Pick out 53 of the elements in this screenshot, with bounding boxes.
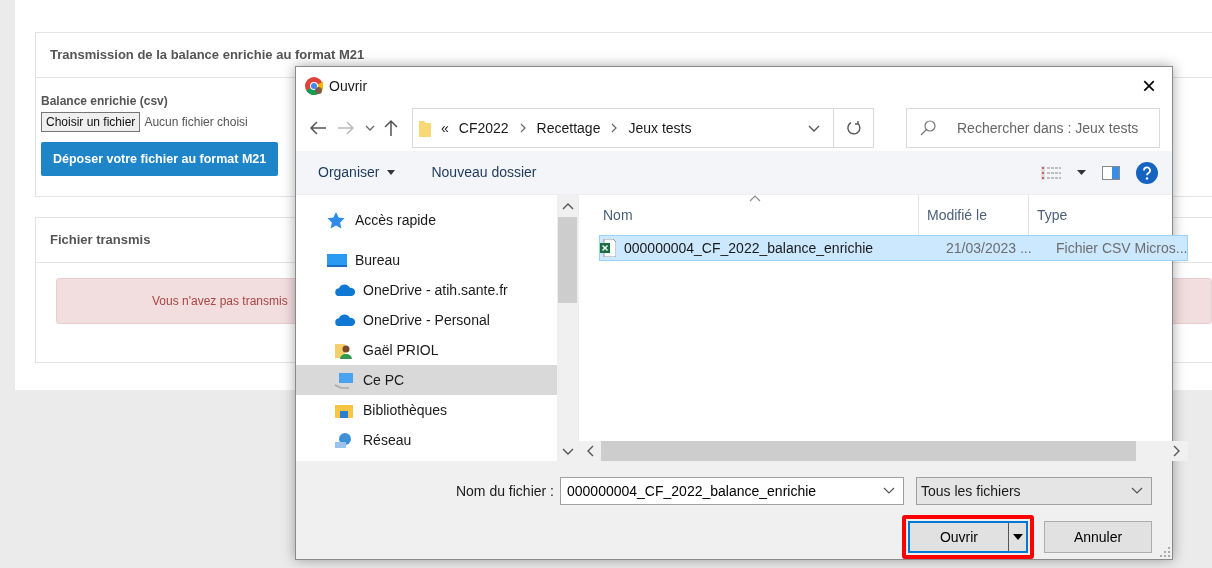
address-bar[interactable]: « CF2022 Recettage Jeux tests xyxy=(412,108,874,148)
resize-grip-icon xyxy=(1160,547,1170,557)
chevron-down-icon xyxy=(883,487,895,495)
alert-text: Vous n'avez pas transmis xyxy=(152,292,288,310)
refresh-icon[interactable] xyxy=(845,120,862,136)
filename-field[interactable]: 000000004_CF_2022_balance_enrichie xyxy=(560,477,904,505)
toolbar-button[interactable]: Organiser xyxy=(318,162,396,183)
chevron-down-icon xyxy=(1131,487,1143,495)
cancel-button[interactable]: Annuler xyxy=(1044,521,1152,553)
scrollbar[interactable] xyxy=(557,195,578,461)
folder-icon xyxy=(419,119,431,137)
submit-button[interactable]: Déposer votre fichier au format M21 xyxy=(41,141,279,177)
toolbar-button[interactable]: Nouveau dossier xyxy=(431,162,537,183)
field-label: Balance enrichie (csv) xyxy=(41,92,169,110)
scroll-thumb[interactable] xyxy=(558,217,577,303)
breadcrumb-item[interactable]: Recettage xyxy=(536,117,601,139)
view-details-icon[interactable] xyxy=(1041,164,1061,181)
breadcrumb-item[interactable]: Jeux tests xyxy=(628,117,692,139)
spreadsheet-icon xyxy=(600,239,616,257)
nav-item[interactable]: Bibliothèques xyxy=(296,395,557,425)
caret-icon[interactable] xyxy=(1077,170,1086,175)
choose-file-button[interactable]: Choisir un fichier xyxy=(41,111,141,132)
nav-item[interactable]: Ce PC xyxy=(296,365,557,395)
file-name: 000000004_CF_2022_balance_enrichie xyxy=(624,238,874,258)
file-status: Aucun fichier choisi xyxy=(144,113,248,131)
file-type: Fichier CSV Micros... xyxy=(1055,238,1188,258)
nav-item[interactable]: OneDrive - Personal xyxy=(296,305,557,335)
chevron-down-icon[interactable] xyxy=(561,447,574,457)
chevron-left-icon[interactable] xyxy=(585,445,595,457)
search-icon xyxy=(920,120,936,136)
pc-icon xyxy=(334,370,356,390)
caret-icon[interactable] xyxy=(1012,534,1023,540)
open-button[interactable]: Ouvrir xyxy=(907,521,1028,553)
file-type-select[interactable]: Tous les fichiers xyxy=(916,477,1152,505)
nav-item[interactable]: OneDrive - atih.sante.fr xyxy=(296,275,557,305)
chevron-up-icon[interactable] xyxy=(561,201,574,211)
preview-pane-icon[interactable] xyxy=(1102,165,1120,180)
nav-item[interactable]: Gaël PRIOL xyxy=(296,335,557,365)
back-icon[interactable] xyxy=(308,120,328,136)
dialog-title: Ouvrir xyxy=(329,76,368,96)
chrome-icon xyxy=(305,77,323,95)
sort-icon xyxy=(749,195,761,202)
breadcrumb-overflow: « xyxy=(441,118,449,138)
help-icon[interactable] xyxy=(1136,161,1158,184)
up-icon[interactable] xyxy=(384,119,398,137)
filename-label: Nom du fichier : xyxy=(455,481,554,501)
file-date: 21/03/2023 ... xyxy=(945,238,1033,258)
file-row[interactable]: 000000004_CF_2022_balance_enrichie 21/03/2023 ... Fichier CSV Micros... xyxy=(599,235,1189,261)
breadcrumb-item[interactable]: CF2022 xyxy=(458,117,509,139)
chevron-right-icon xyxy=(610,123,619,133)
search-field[interactable]: Rechercher dans : Jeux tests xyxy=(906,108,1160,148)
nav-item[interactable]: Réseau xyxy=(296,425,557,455)
chevron-right-icon xyxy=(518,123,527,133)
